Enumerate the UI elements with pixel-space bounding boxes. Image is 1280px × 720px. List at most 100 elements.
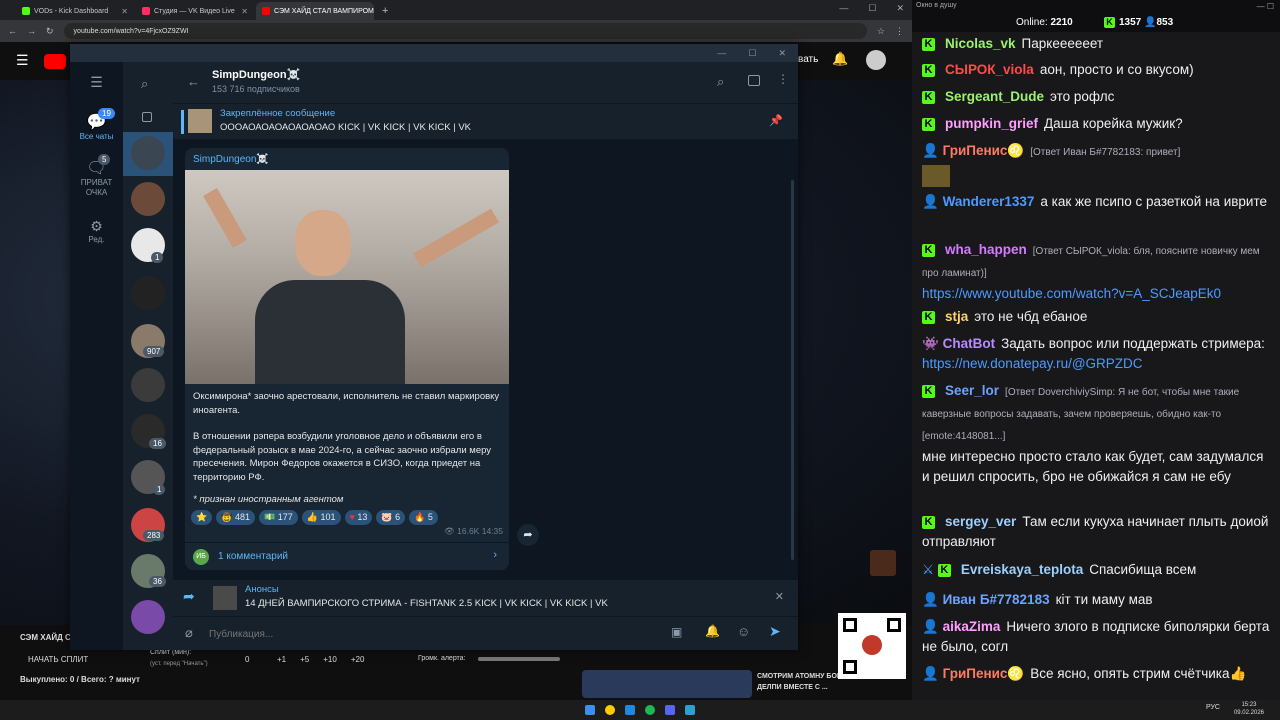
chat-nick[interactable]: ChatBot <box>943 336 996 351</box>
chat-nick[interactable]: ГриПенис♌ <box>943 666 1025 681</box>
star-icon[interactable]: ☆ <box>877 26 885 37</box>
forward-icon[interactable]: → <box>27 26 36 36</box>
pin-list-icon[interactable]: 📌 <box>769 114 783 127</box>
new-tab-button[interactable]: + <box>376 2 394 20</box>
chat-nick[interactable]: Иван Б#7782183 <box>943 592 1050 607</box>
chat-nick[interactable]: sergey_ver <box>945 514 1016 529</box>
post-photo[interactable] <box>185 170 509 384</box>
subscribe-label[interactable]: вать <box>798 54 818 65</box>
menu-icon[interactable]: ☰ <box>16 52 29 69</box>
split-value: 0 <box>245 655 250 664</box>
sidebar-toggle-icon[interactable] <box>748 75 760 86</box>
minimize-icon[interactable]: — <box>1257 2 1265 11</box>
post-meta: 👁 16.6K 14:35 <box>444 526 503 537</box>
reaction-money[interactable]: 💵 177 <box>258 510 298 525</box>
comments-button[interactable]: ИБ 1 комментарий › <box>185 542 509 570</box>
split-plus-1[interactable]: +1 <box>277 655 286 664</box>
chat-avatar[interactable] <box>131 368 165 402</box>
folder-edit[interactable]: ⚙ Ред. <box>70 218 123 244</box>
chat-nick[interactable]: Nicolas_vk <box>945 36 1016 51</box>
chat-avatar[interactable] <box>131 276 165 310</box>
reaction-pig[interactable]: 🐷 6 <box>376 510 406 525</box>
bell-icon[interactable]: 🔔 <box>832 51 848 67</box>
channel-thumbnail[interactable] <box>870 550 896 576</box>
reaction-fire[interactable]: 🔥 5 <box>409 510 438 525</box>
reaction-thumbs-up[interactable]: 👍 101 <box>301 510 341 525</box>
maximize-icon[interactable]: ☐ <box>748 48 756 59</box>
split-plus-20[interactable]: +20 <box>351 655 365 664</box>
reaction-count: 13 <box>357 512 368 522</box>
reload-icon[interactable]: ↻ <box>46 26 54 37</box>
spotify-icon[interactable] <box>645 705 655 715</box>
bell-icon[interactable]: 🔔 <box>705 624 720 638</box>
send-icon[interactable]: ➤ <box>769 623 781 640</box>
share-button[interactable]: ➦ <box>517 524 539 546</box>
chat-avatar[interactable] <box>131 600 165 634</box>
close-icon[interactable]: ✕ <box>121 7 128 16</box>
hamburger-icon[interactable]: ☰ <box>70 74 123 91</box>
telegram-icon[interactable] <box>685 705 695 715</box>
split-plus-10[interactable]: +10 <box>323 655 337 664</box>
discord-icon[interactable] <box>665 705 675 715</box>
start-split-button[interactable]: НАЧАТЬ СПЛИТ <box>28 655 88 664</box>
chat-link[interactable]: https://new.donatepay.ru/@GRPZDC <box>922 356 1143 371</box>
chat-nick[interactable]: stja <box>945 309 968 324</box>
close-icon[interactable]: ✕ <box>896 3 904 14</box>
close-icon[interactable]: ✕ <box>241 7 248 16</box>
extensions-icon[interactable]: ⋮ <box>895 26 904 37</box>
attach-icon[interactable]: ⌀ <box>185 625 193 641</box>
url-field[interactable]: youtube.com/watch?v=4FjcxOZ9ZWI <box>63 23 867 39</box>
back-icon[interactable]: ← <box>8 26 17 36</box>
scrollbar[interactable] <box>791 180 794 560</box>
channel-post[interactable]: SimpDungeon☠️ Оксимирона* заочно арестов… <box>185 148 509 570</box>
tab-youtube[interactable]: СЭМ ХАЙД СТАЛ ВАМПИРОМ✕ <box>256 2 374 20</box>
close-icon[interactable]: ✕ <box>775 590 784 603</box>
tab-vk-studio[interactable]: Студия — VK Видео Live ✕ <box>136 2 254 20</box>
maximize-icon[interactable]: ☐ <box>868 3 876 14</box>
back-arrow-icon[interactable]: ← <box>187 74 200 89</box>
schedule-icon[interactable]: ▣ <box>671 625 682 639</box>
pinned-message[interactable]: Закреплённое сообщение ОООАОАОАОАОАОАОАО… <box>173 104 798 140</box>
chat-nick[interactable]: pumpkin_grief <box>945 116 1038 131</box>
windows-start-icon[interactable] <box>585 705 595 715</box>
chat-nick[interactable]: Evreiskaya_teplota <box>961 562 1083 577</box>
url-text: youtube.com/watch?v=4FjcxOZ9ZWI <box>73 27 189 35</box>
reaction-cowboy[interactable]: 🤠 481 <box>216 510 255 525</box>
folder-private[interactable]: 🗨 ПРИВАТ ОЧКА 5 <box>70 154 123 198</box>
reaction-star[interactable]: ⭐ <box>191 510 213 525</box>
message-input[interactable] <box>209 625 649 643</box>
chat-avatar[interactable] <box>131 136 165 170</box>
chat-nick[interactable]: Wanderer1337 <box>943 194 1035 209</box>
emoji-icon[interactable]: ☺ <box>737 624 750 639</box>
clock[interactable]: 15:23 09.02.2026 <box>1234 701 1264 717</box>
chat-nick[interactable]: wha_happen <box>945 242 1027 257</box>
youtube-logo[interactable] <box>44 54 66 69</box>
split-plus-5[interactable]: +5 <box>300 655 309 664</box>
chat-avatar[interactable] <box>131 182 165 216</box>
channel-name[interactable]: SimpDungeon☠️ <box>212 68 300 81</box>
chat-nick[interactable]: Sergeant_Dude <box>945 89 1044 104</box>
close-icon[interactable]: ✕ <box>778 48 786 59</box>
recommended-thumbnail[interactable] <box>582 670 752 698</box>
avatar[interactable] <box>866 50 886 70</box>
search-icon[interactable]: ⌕ <box>717 74 724 90</box>
chat-nick[interactable]: aikaZima <box>943 619 1001 634</box>
archive-icon[interactable] <box>142 112 152 122</box>
chat-link[interactable]: https://www.youtube.com/watch?v=A_SCJeap… <box>922 284 1272 304</box>
folder-all-chats[interactable]: 💬 Все чаты 19 <box>70 108 123 141</box>
more-icon[interactable]: ⋮ <box>777 72 789 86</box>
chat-nick[interactable]: СЫРОК_viola <box>945 62 1034 77</box>
reaction-heart[interactable]: ♥ 13 <box>344 510 373 525</box>
tab-kick-dashboard[interactable]: VODs - Kick Dashboard ✕ <box>16 2 134 20</box>
search-icon[interactable]: ⌕ <box>141 76 148 92</box>
maximize-icon[interactable]: ☐ <box>1267 2 1274 11</box>
reaction-count: 177 <box>277 512 293 522</box>
minimize-icon[interactable]: — <box>717 48 726 58</box>
language-indicator[interactable]: РУС <box>1206 704 1220 711</box>
minimize-icon[interactable]: — <box>839 3 848 14</box>
chat-nick[interactable]: ГриПенис♌ <box>943 143 1025 158</box>
chat-nick[interactable]: Seer_lor <box>945 383 999 398</box>
chrome-icon[interactable] <box>605 705 615 715</box>
alert-volume-slider[interactable] <box>478 657 560 661</box>
steam-icon[interactable] <box>625 705 635 715</box>
